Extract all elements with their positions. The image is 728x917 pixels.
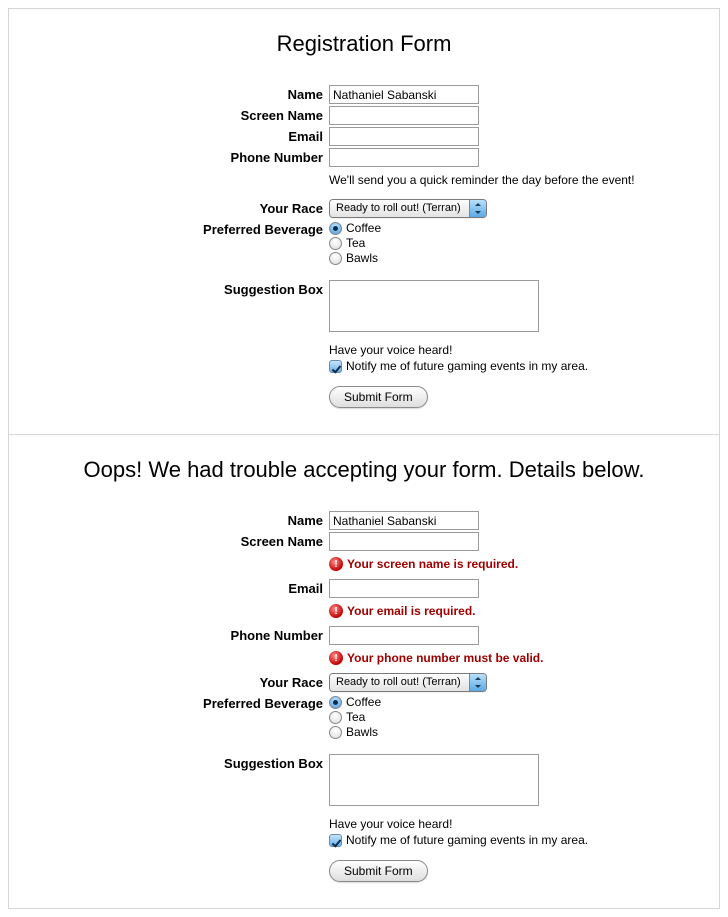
page-title: Oops! We had trouble accepting your form… — [29, 457, 699, 483]
submit-button[interactable]: Submit Form — [329, 386, 428, 408]
alert-icon: ! — [329, 557, 343, 571]
race-select-value: Ready to roll out! (Terran) — [330, 674, 469, 691]
phone-input[interactable] — [329, 626, 479, 645]
phone-helper-text: We'll send you a quick reminder the day … — [329, 173, 699, 187]
notify-label: Notify me of future gaming events in my … — [346, 359, 588, 373]
label-email: Email — [29, 579, 329, 596]
notify-label: Notify me of future gaming events in my … — [346, 833, 588, 847]
error-text: Your screen name is required. — [347, 557, 518, 571]
suggestion-helper-text: Have your voice heard! — [329, 817, 699, 831]
error-message: ! Your screen name is required. — [329, 557, 699, 571]
screen-name-input[interactable] — [329, 106, 479, 125]
suggestion-textarea[interactable] — [329, 754, 539, 806]
error-text: Your phone number must be valid. — [347, 651, 543, 665]
alert-icon: ! — [329, 604, 343, 618]
label-name: Name — [29, 85, 329, 102]
phone-input[interactable] — [329, 148, 479, 167]
label-race: Your Race — [29, 199, 329, 216]
updown-arrows-icon — [469, 200, 486, 217]
notify-checkbox[interactable] — [329, 360, 342, 373]
updown-arrows-icon — [469, 674, 486, 691]
label-suggestion: Suggestion Box — [29, 280, 329, 297]
race-select[interactable]: Ready to roll out! (Terran) — [329, 199, 487, 218]
label-phone: Phone Number — [29, 626, 329, 643]
label-beverage: Preferred Beverage — [29, 694, 329, 711]
label-screen-name: Screen Name — [29, 106, 329, 123]
beverage-radio-coffee[interactable] — [329, 222, 342, 235]
beverage-radio-tea[interactable] — [329, 711, 342, 724]
beverage-option-label: Bawls — [346, 251, 378, 265]
beverage-radio-coffee[interactable] — [329, 696, 342, 709]
form: Name Screen Name ! Your screen name is r… — [29, 511, 699, 882]
screen-name-input[interactable] — [329, 532, 479, 551]
beverage-option-label: Tea — [346, 710, 365, 724]
error-message: ! Your email is required. — [329, 604, 699, 618]
beverage-option-label: Tea — [346, 236, 365, 250]
race-select-value: Ready to roll out! (Terran) — [330, 200, 469, 217]
label-beverage: Preferred Beverage — [29, 220, 329, 237]
notify-checkbox[interactable] — [329, 834, 342, 847]
suggestion-textarea[interactable] — [329, 280, 539, 332]
beverage-option-label: Bawls — [346, 725, 378, 739]
beverage-radio-tea[interactable] — [329, 237, 342, 250]
beverage-radio-bawls[interactable] — [329, 252, 342, 265]
registration-panel: Registration Form Name Screen Name Email… — [8, 8, 720, 435]
name-input[interactable] — [329, 85, 479, 104]
registration-panel-error: Oops! We had trouble accepting your form… — [8, 435, 720, 909]
label-race: Your Race — [29, 673, 329, 690]
page-title: Registration Form — [29, 31, 699, 57]
error-text: Your email is required. — [347, 604, 475, 618]
email-input[interactable] — [329, 579, 479, 598]
suggestion-helper-text: Have your voice heard! — [329, 343, 699, 357]
submit-button[interactable]: Submit Form — [329, 860, 428, 882]
label-screen-name: Screen Name — [29, 532, 329, 549]
race-select[interactable]: Ready to roll out! (Terran) — [329, 673, 487, 692]
label-suggestion: Suggestion Box — [29, 754, 329, 771]
beverage-option-label: Coffee — [346, 695, 381, 709]
label-phone: Phone Number — [29, 148, 329, 165]
email-input[interactable] — [329, 127, 479, 146]
error-message: ! Your phone number must be valid. — [329, 651, 699, 665]
form: Name Screen Name Email Phone Number We'l… — [29, 85, 699, 408]
alert-icon: ! — [329, 651, 343, 665]
name-input[interactable] — [329, 511, 479, 530]
label-name: Name — [29, 511, 329, 528]
beverage-radio-bawls[interactable] — [329, 726, 342, 739]
beverage-option-label: Coffee — [346, 221, 381, 235]
label-email: Email — [29, 127, 329, 144]
